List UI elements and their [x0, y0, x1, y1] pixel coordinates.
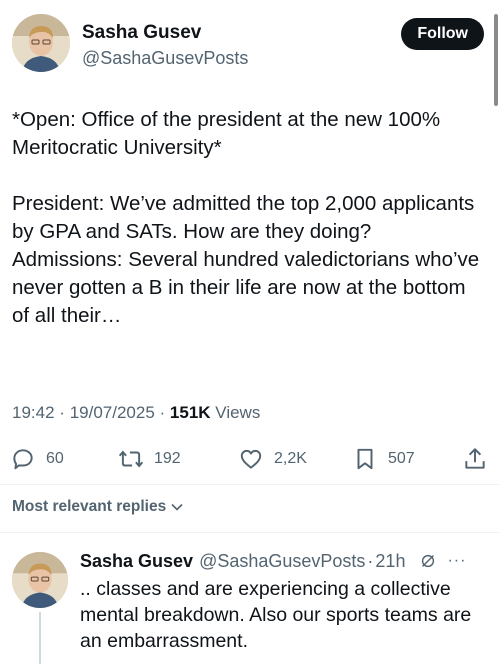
replies-sort-label: Most relevant replies: [12, 498, 167, 515]
like-count: 2,2K: [274, 450, 307, 467]
reply-avatar[interactable]: [12, 552, 68, 608]
thread-line: [39, 612, 41, 664]
share-icon: [465, 448, 485, 469]
bookmark-icon: [357, 448, 373, 470]
tweet-header: Sasha Gusev @SashaGusevPosts Follow: [12, 14, 488, 76]
reply-time[interactable]: 21h: [375, 548, 405, 574]
author-block: Sasha Gusev @SashaGusevPosts: [82, 22, 248, 70]
reply-icon: [13, 449, 33, 470]
meta-separator: ·: [159, 403, 166, 422]
bookmark-count: 507: [388, 450, 415, 467]
tweet-paragraph-1: *Open: Office of the president at the ne…: [12, 108, 446, 159]
reply-count: 60: [46, 450, 64, 467]
repost-icon: [118, 450, 144, 468]
tweet-text: *Open: Office of the president at the ne…: [12, 106, 488, 330]
action-bar: 60 192 2,2K 507: [10, 444, 490, 474]
divider: [0, 484, 500, 485]
share-button[interactable]: [462, 444, 488, 474]
scrollbar[interactable]: [494, 14, 498, 106]
reply-text: .. classes and are experiencing a collec…: [80, 578, 472, 652]
repost-count: 192: [154, 450, 181, 467]
reply-button[interactable]: 60: [10, 444, 64, 474]
tweet-meta: 19:42 · 19/07/2025 · 151K Views: [12, 400, 260, 426]
avatar-image: [12, 14, 70, 72]
more-icon[interactable]: ···: [447, 548, 466, 574]
repost-button[interactable]: 192: [118, 444, 181, 474]
reply-author-handle[interactable]: @SashaGusevPosts: [199, 548, 365, 574]
follow-button[interactable]: Follow: [401, 18, 484, 50]
author-handle[interactable]: @SashaGusevPosts: [82, 46, 248, 70]
meta-separator: ·: [59, 403, 65, 422]
like-button[interactable]: 2,2K: [238, 444, 307, 474]
author-avatar[interactable]: [12, 14, 70, 72]
tweet-date[interactable]: 19/07/2025: [70, 403, 155, 422]
reply-separator: ·: [367, 551, 374, 571]
tweet-paragraph-2: President: We’ve admitted the top 2,000 …: [12, 192, 480, 327]
replies-sort-dropdown[interactable]: Most relevant replies: [12, 498, 184, 516]
reply-item[interactable]: Sasha Gusev @SashaGusevPosts · 21h ··· .…: [0, 542, 500, 664]
reply-author-name[interactable]: Sasha Gusev: [80, 548, 193, 574]
tweet-time[interactable]: 19:42: [12, 403, 55, 422]
avatar-image: [12, 552, 68, 608]
author-name[interactable]: Sasha Gusev: [82, 22, 248, 44]
grok-icon[interactable]: [419, 552, 437, 570]
views-count[interactable]: 151K: [170, 403, 211, 422]
views-label: Views: [215, 403, 261, 422]
reply-header: Sasha Gusev @SashaGusevPosts · 21h ···: [80, 548, 488, 574]
chevron-down-icon: [171, 503, 183, 511]
like-icon: [240, 449, 262, 469]
bookmark-button[interactable]: 507: [352, 444, 415, 474]
divider: [0, 532, 500, 533]
